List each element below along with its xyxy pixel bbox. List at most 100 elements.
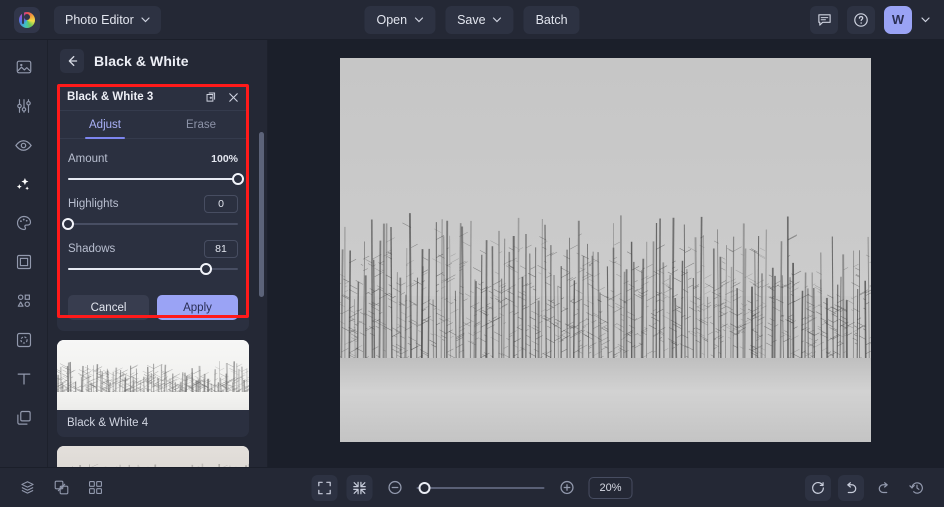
save-button[interactable]: Save <box>445 5 514 34</box>
list-item-label: Black & White 4 <box>67 417 149 429</box>
canvas-image[interactable] <box>340 58 871 442</box>
sidebar-item-touch-up[interactable] <box>7 130 41 160</box>
slider-knob[interactable] <box>199 263 212 275</box>
chevron-down-icon <box>414 16 423 23</box>
top-toolbar: Photo Editor Open Save Batch W <box>0 0 944 40</box>
eye-icon <box>14 136 33 155</box>
app-logo[interactable] <box>14 6 40 33</box>
grid-view-button[interactable] <box>82 475 108 501</box>
duplicate-layers-icon[interactable] <box>205 91 218 104</box>
reset-button[interactable] <box>805 474 831 501</box>
avatar[interactable]: W <box>884 5 912 34</box>
control-value[interactable]: 0 <box>204 195 238 213</box>
shadows-slider[interactable] <box>68 261 238 277</box>
account-chevron-down-icon[interactable] <box>921 16 930 23</box>
undo-arrow-icon <box>843 480 859 496</box>
modal-tabs: Adjust Erase <box>57 111 249 139</box>
effect-preview-thumbnail <box>57 340 249 410</box>
back-button[interactable] <box>60 49 84 73</box>
tab-erase[interactable]: Erase <box>153 111 249 138</box>
control-amount: Amount 100% <box>68 148 244 187</box>
slider-knob[interactable] <box>62 218 74 230</box>
amount-slider[interactable] <box>68 171 244 187</box>
view-tools-group <box>14 475 108 501</box>
close-x-icon[interactable] <box>227 91 240 104</box>
open-label: Open <box>376 12 408 27</box>
zoom-slider-track <box>416 486 545 489</box>
history-button[interactable] <box>904 475 930 501</box>
modal-controls: Amount 100% Highlights 0 Shadows 81 <box>57 139 249 293</box>
sidebar-item-effects[interactable] <box>7 169 41 199</box>
palette-icon <box>15 214 33 232</box>
reset-rotate-icon <box>810 480 826 496</box>
modal-actions: Cancel Apply <box>57 293 249 331</box>
save-label: Save <box>457 12 486 27</box>
history-controls-group <box>805 474 930 501</box>
zoom-minus-icon <box>386 479 403 496</box>
list-item[interactable] <box>57 446 249 467</box>
control-label: Highlights <box>68 198 119 210</box>
panel-header: Black & White <box>48 40 267 82</box>
panel-scroll-area: Black & White 3 Adjust Erase Amount 100%… <box>48 82 267 467</box>
sidebar-item-layers[interactable] <box>7 403 41 433</box>
app-mode-menu[interactable]: Photo Editor <box>54 5 161 34</box>
control-value: 100% <box>211 153 238 165</box>
slider-knob[interactable] <box>232 173 244 185</box>
sparkles-icon <box>14 175 33 194</box>
cancel-button[interactable]: Cancel <box>68 295 149 320</box>
control-label: Shadows <box>68 243 116 255</box>
slider-fill <box>68 268 206 270</box>
tab-adjust[interactable]: Adjust <box>57 111 153 138</box>
overlay-icon <box>15 331 33 349</box>
open-button[interactable]: Open <box>364 5 436 34</box>
layers-stack-button[interactable] <box>14 475 40 501</box>
bottom-toolbar: 20% <box>0 467 944 507</box>
frame-icon <box>15 253 33 271</box>
modal-header: Black & White 3 <box>57 84 249 111</box>
apply-button[interactable]: Apply <box>157 295 238 320</box>
sidebar-item-overlays[interactable] <box>7 325 41 355</box>
fit-to-screen-button[interactable] <box>346 474 373 501</box>
expand-fullscreen-icon <box>317 480 333 496</box>
sidebar-item-artsy[interactable] <box>7 208 41 238</box>
zoom-slider-knob[interactable] <box>418 481 431 494</box>
batch-button[interactable]: Batch <box>523 5 580 34</box>
effect-settings-modal-wrapper: Black & White 3 Adjust Erase Amount 100%… <box>57 84 258 331</box>
zoom-out-button[interactable] <box>382 475 408 501</box>
slider-track <box>68 223 238 225</box>
highlights-slider[interactable] <box>62 216 238 232</box>
tool-rail <box>0 40 48 467</box>
control-value[interactable]: 81 <box>204 240 238 258</box>
redo-button[interactable] <box>871 475 897 501</box>
compare-split-button[interactable] <box>48 475 74 501</box>
modal-title: Black & White 3 <box>67 91 154 103</box>
text-t-icon <box>15 370 33 388</box>
shapes-icon <box>15 292 33 310</box>
undo-button[interactable] <box>838 474 864 501</box>
zoom-plus-icon <box>558 479 575 496</box>
help-button[interactable] <box>847 5 875 34</box>
grid-view-icon <box>87 479 104 496</box>
slider-fill <box>68 178 238 180</box>
canvas-stage[interactable] <box>268 40 944 467</box>
zoom-slider[interactable] <box>416 481 545 495</box>
sidebar-item-graphics[interactable] <box>7 286 41 316</box>
sidebar-item-image[interactable] <box>7 52 41 82</box>
compare-split-icon <box>53 479 70 496</box>
list-item[interactable]: Black & White 4 <box>57 340 249 437</box>
sidebar-item-text[interactable] <box>7 364 41 394</box>
panel-scrollbar[interactable] <box>259 132 264 297</box>
sliders-icon <box>15 97 33 115</box>
fullscreen-button[interactable] <box>311 474 338 501</box>
zoom-in-button[interactable] <box>554 475 580 501</box>
feedback-button[interactable] <box>810 5 838 34</box>
control-highlights: Highlights 0 <box>62 193 238 232</box>
zoom-level-value[interactable]: 20% <box>588 476 633 499</box>
sidebar-item-frames[interactable] <box>7 247 41 277</box>
chevron-down-icon <box>492 16 502 23</box>
fit-to-screen-icon <box>352 480 368 496</box>
sidebar-item-edit[interactable] <box>7 91 41 121</box>
zoom-controls-group: 20% <box>311 474 633 501</box>
chevron-down-icon <box>141 16 150 23</box>
effect-settings-modal: Black & White 3 Adjust Erase Amount 100%… <box>57 84 249 331</box>
